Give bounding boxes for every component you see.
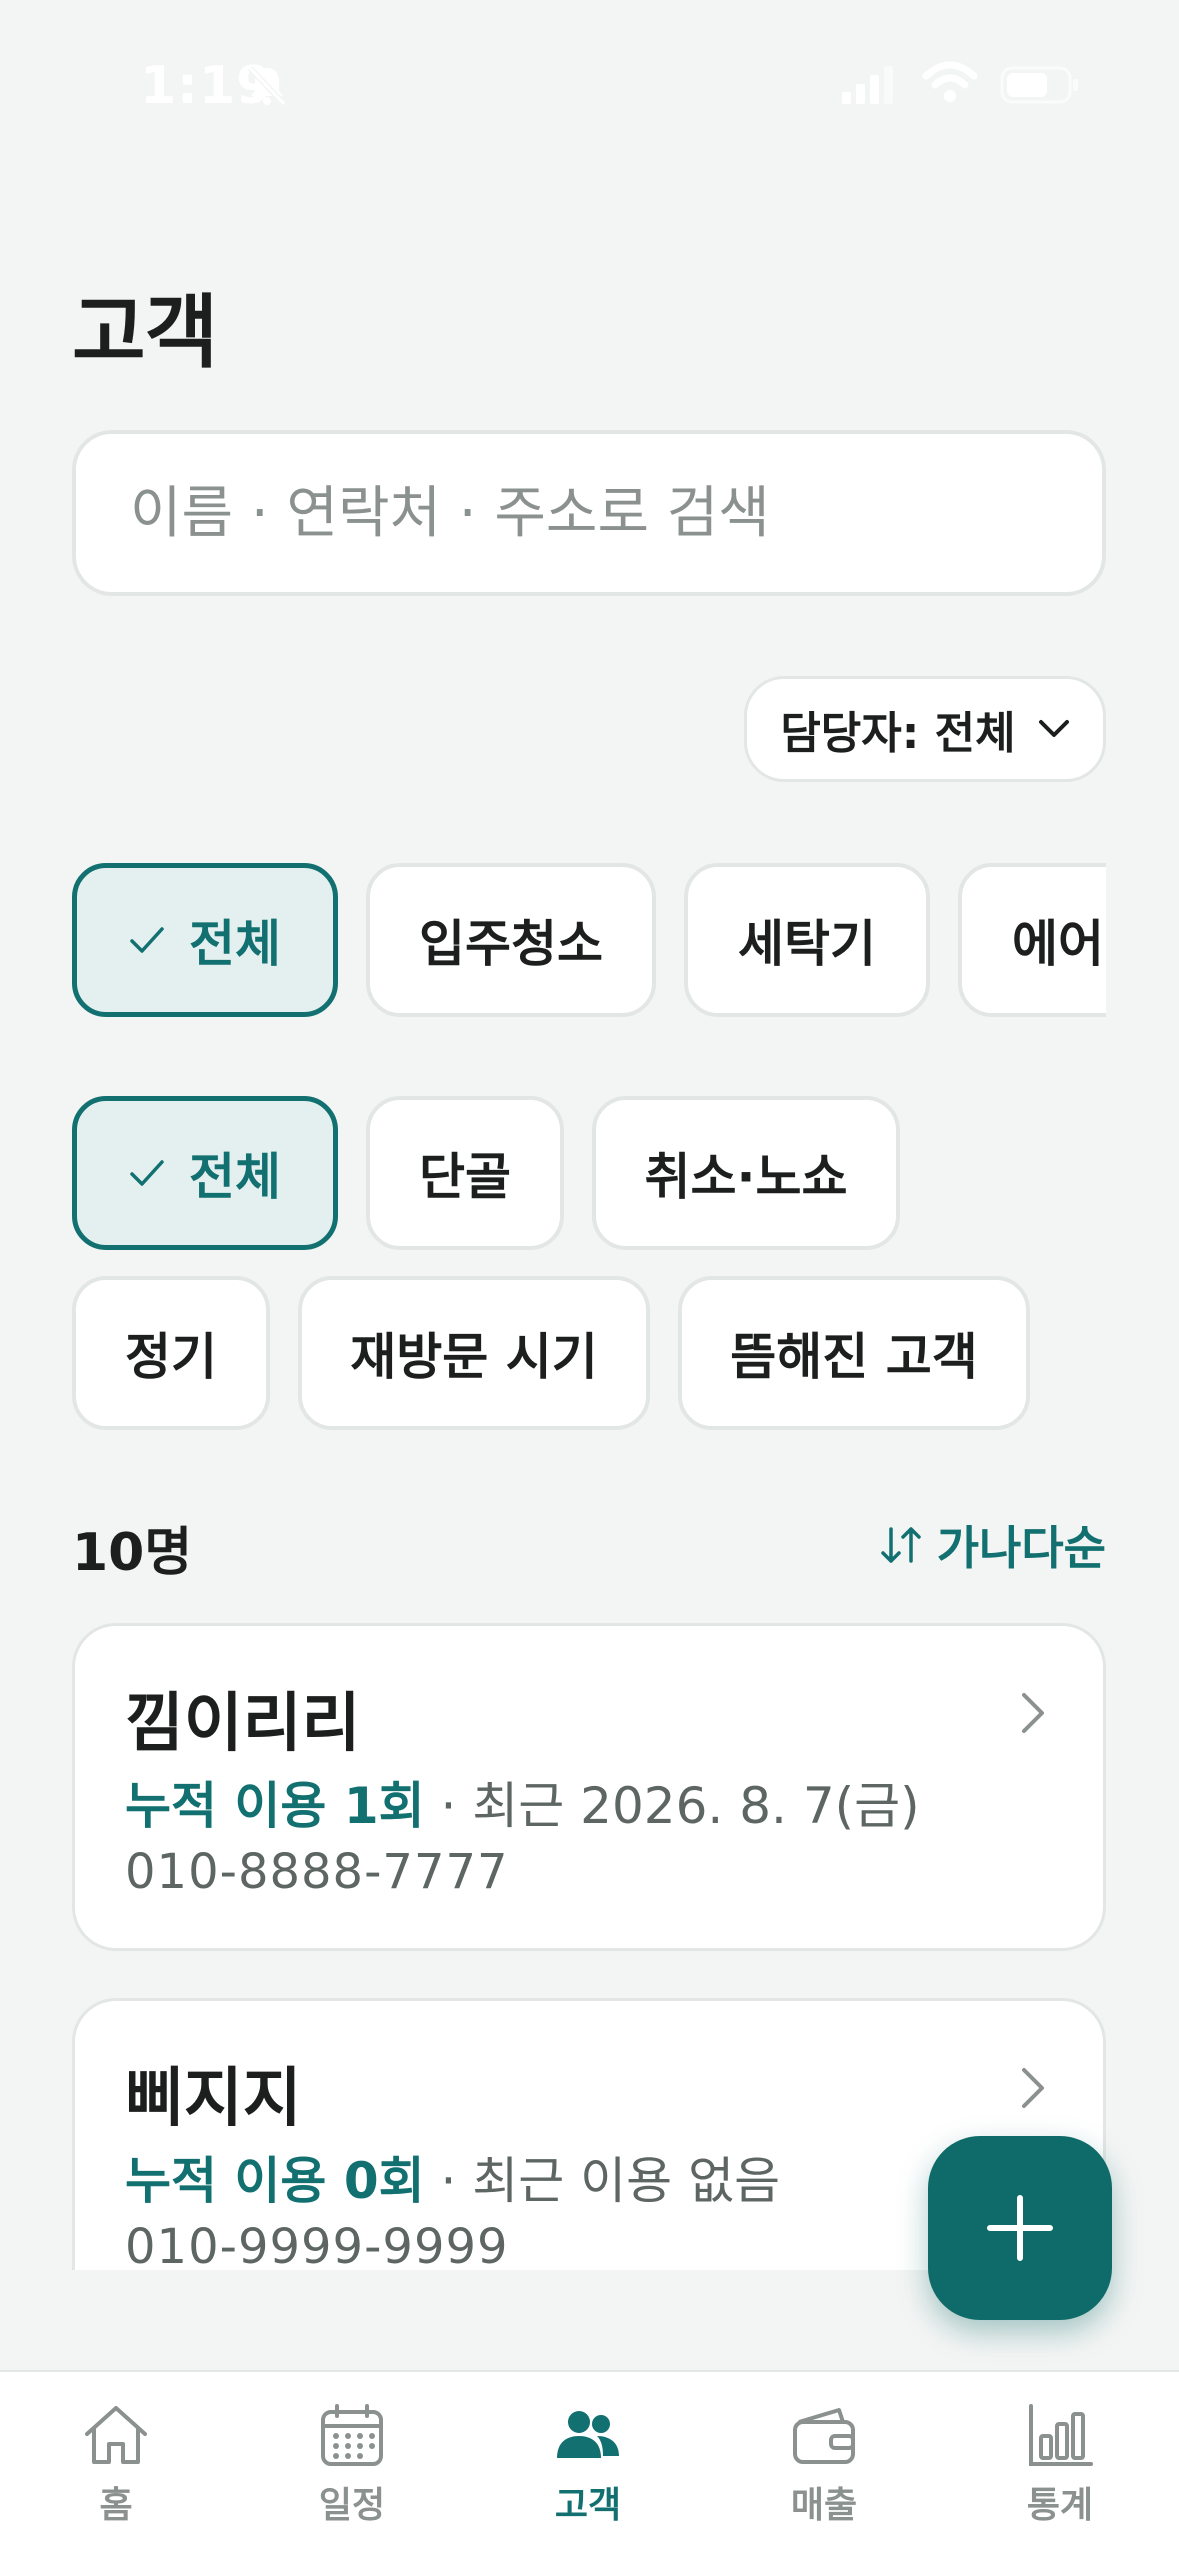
check-icon bbox=[130, 927, 164, 953]
customer-phone: 010-9999-9999 bbox=[125, 2219, 509, 2270]
tab-customers[interactable]: 고객 bbox=[498, 2402, 678, 2528]
chevron-down-icon bbox=[1038, 720, 1069, 737]
tab-label: 매출 bbox=[790, 2485, 858, 2526]
service-chip-move-in-cleaning[interactable]: 입주청소 bbox=[366, 863, 656, 1017]
tab-home[interactable]: 홈 bbox=[26, 2402, 206, 2528]
customer-meta: 누적 이용 0회 · 최근 이용 없음 bbox=[125, 2141, 780, 2213]
status-chip-revisit-due[interactable]: 재방문 시기 bbox=[298, 1276, 650, 1430]
status-chip-label: 전체 bbox=[189, 1148, 281, 1206]
customer-count: 10명 bbox=[72, 1523, 193, 1583]
status-chip-label: 단골 bbox=[419, 1148, 511, 1206]
tab-label: 일정 bbox=[318, 2485, 386, 2526]
customer-card[interactable]: 낌이리리 누적 이용 1회 · 최근 2026. 8. 7(금) 010-888… bbox=[72, 1623, 1106, 1951]
sort-icon bbox=[880, 1527, 921, 1563]
chevron-right-icon bbox=[1022, 1693, 1044, 1733]
calendar-icon bbox=[321, 2404, 383, 2466]
wallet-icon bbox=[793, 2408, 855, 2464]
status-chip-lapsed[interactable]: 뜸해진 고객 bbox=[678, 1276, 1030, 1430]
service-chip-label: 에어 bbox=[1012, 915, 1104, 973]
people-icon bbox=[557, 2411, 619, 2458]
manager-filter-dropdown[interactable]: 담당자: 전체 bbox=[744, 676, 1106, 782]
status-chip-label: 정기 bbox=[125, 1328, 217, 1386]
manager-filter-label: 담당자: 전체 bbox=[780, 708, 1016, 759]
add-customer-button[interactable] bbox=[928, 2136, 1112, 2320]
tab-schedule[interactable]: 일정 bbox=[262, 2402, 442, 2528]
status-bar: 1:19 bbox=[0, 0, 1179, 170]
status-chip-all[interactable]: 전체 bbox=[72, 1096, 338, 1250]
customer-phone: 010-8888-7777 bbox=[125, 1844, 509, 1900]
service-chip-all[interactable]: 전체 bbox=[72, 863, 338, 1017]
service-chip-aircon[interactable]: 에어 bbox=[958, 863, 1106, 1017]
customer-usage: 누적 이용 0회 bbox=[125, 2152, 425, 2210]
status-chip-label: 취소·노쇼 bbox=[644, 1148, 848, 1206]
service-chip-washer[interactable]: 세탁기 bbox=[684, 863, 930, 1017]
bar-chart-icon bbox=[1029, 2404, 1093, 2466]
status-chip-cancel-noshow[interactable]: 취소·노쇼 bbox=[592, 1096, 900, 1250]
tab-stats[interactable]: 통계 bbox=[970, 2402, 1150, 2528]
tab-sales[interactable]: 매출 bbox=[734, 2402, 914, 2528]
service-filter-row[interactable]: 전체 입주청소 세탁기 에어 bbox=[72, 860, 1106, 1020]
service-chip-label: 전체 bbox=[189, 915, 281, 973]
search-input[interactable] bbox=[128, 479, 1102, 547]
service-chip-label: 입주청소 bbox=[419, 915, 603, 973]
tab-label: 고객 bbox=[554, 2485, 622, 2526]
tab-label: 홈 bbox=[99, 2485, 133, 2526]
page-title: 고객 bbox=[72, 286, 218, 379]
tab-label: 통계 bbox=[1026, 2485, 1094, 2526]
customer-name: 낌이리리 bbox=[125, 1687, 361, 1761]
battery-icon bbox=[1000, 66, 1078, 104]
sort-label: 가나다순 bbox=[936, 1521, 1106, 1575]
plus-icon bbox=[987, 2195, 1053, 2261]
status-chip-label: 뜸해진 고객 bbox=[730, 1328, 978, 1386]
status-chip-regular[interactable]: 단골 bbox=[366, 1096, 564, 1250]
bell-muted-icon bbox=[247, 65, 287, 107]
bottom-tab-bar: 홈 일정 고객 매출 통계 bbox=[0, 2370, 1179, 2556]
customer-recent: · 최근 이용 없음 bbox=[424, 2152, 781, 2210]
home-icon bbox=[85, 2406, 147, 2464]
signal-icon bbox=[842, 66, 893, 104]
search-box[interactable] bbox=[72, 430, 1106, 596]
status-chip-periodic[interactable]: 정기 bbox=[72, 1276, 270, 1430]
chevron-right-icon bbox=[1022, 2068, 1044, 2108]
sort-button[interactable]: 가나다순 bbox=[879, 1512, 1106, 1578]
customer-meta: 누적 이용 1회 · 최근 2026. 8. 7(금) bbox=[125, 1766, 920, 1838]
wifi-icon bbox=[922, 61, 978, 102]
check-icon bbox=[130, 1160, 164, 1186]
status-chip-label: 재방문 시기 bbox=[350, 1328, 598, 1386]
customer-recent: · 최근 2026. 8. 7(금) bbox=[424, 1777, 920, 1835]
customer-name: 삐지지 bbox=[125, 2062, 302, 2136]
customer-usage: 누적 이용 1회 bbox=[125, 1777, 425, 1835]
service-chip-label: 세탁기 bbox=[738, 915, 876, 973]
